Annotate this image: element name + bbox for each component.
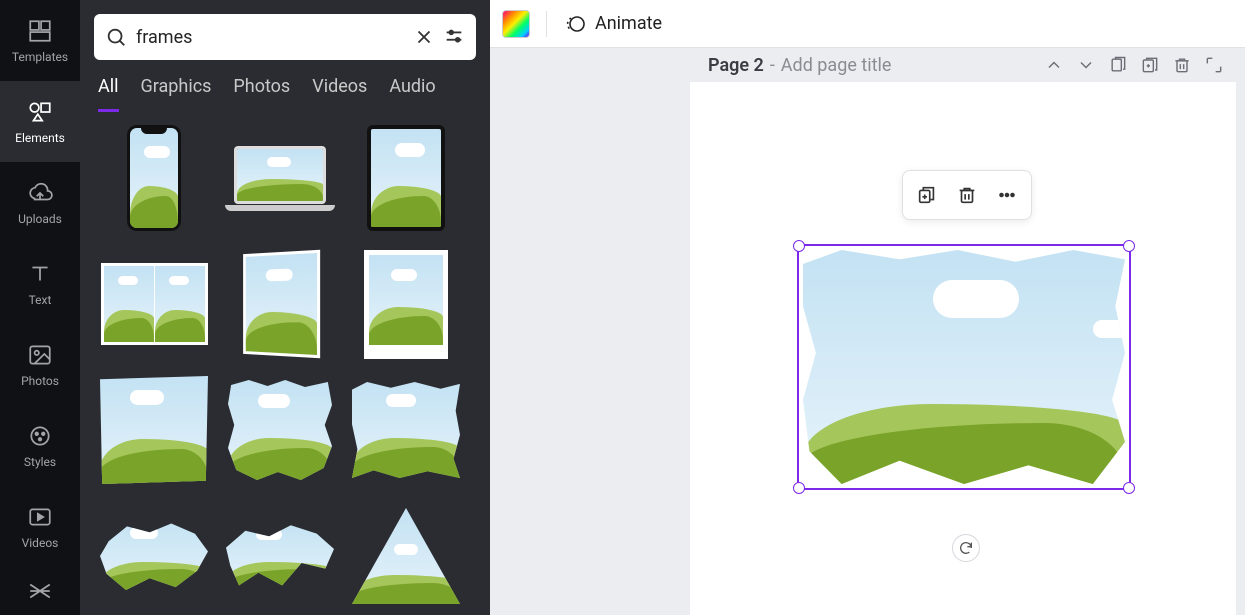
tab-photos[interactable]: Photos: [233, 76, 290, 112]
editor-topbar: Animate: [490, 0, 1245, 48]
left-rail: Templates Elements Uploads Text Photos S…: [0, 0, 80, 615]
selected-brush-frame[interactable]: [803, 250, 1125, 484]
results-grid-wrapper: [80, 112, 490, 615]
frame-result-book-open[interactable]: [98, 248, 210, 360]
page-copy-icon[interactable]: [1105, 52, 1131, 78]
selection-box[interactable]: [797, 244, 1131, 490]
resize-handle-br[interactable]: [1123, 482, 1135, 494]
rail-item-text[interactable]: Text: [0, 243, 80, 324]
tab-all[interactable]: All: [98, 76, 119, 112]
tab-audio[interactable]: Audio: [389, 76, 435, 112]
frame-result-polaroid[interactable]: [350, 248, 462, 360]
delete-button[interactable]: [949, 177, 985, 213]
page-title-placeholder[interactable]: Add page title: [781, 55, 892, 76]
elements-icon: [27, 99, 53, 125]
animate-button[interactable]: Animate: [563, 12, 662, 36]
rail-label: Photos: [21, 374, 59, 388]
resize-handle-tr[interactable]: [1123, 240, 1135, 252]
frame-result-tablet[interactable]: [350, 122, 462, 234]
sync-indicator[interactable]: [952, 534, 980, 562]
page-separator: -: [770, 55, 775, 76]
resize-handle-bl[interactable]: [793, 482, 805, 494]
frame-result-brush-blob-2[interactable]: [224, 500, 336, 612]
rail-item-uploads[interactable]: Uploads: [0, 162, 80, 243]
rail-item-videos[interactable]: Videos: [0, 486, 80, 567]
frame-result-brush-square-1[interactable]: [98, 374, 210, 486]
elements-panel: All Graphics Photos Videos Audio: [80, 0, 490, 615]
frame-result-triangle[interactable]: [350, 500, 462, 612]
rail-label: Templates: [12, 50, 68, 64]
page-bar: Page 2 - Add page title: [690, 48, 1245, 82]
animate-label: Animate: [595, 13, 662, 34]
duplicate-button[interactable]: [909, 177, 945, 213]
rail-label: Uploads: [18, 212, 62, 226]
rail-label: Styles: [24, 455, 56, 469]
search-row: [80, 0, 490, 68]
styles-icon: [27, 423, 53, 449]
search-input[interactable]: [134, 26, 406, 49]
color-picker-swatch[interactable]: [502, 10, 530, 38]
videos-icon: [27, 504, 53, 530]
results-grid: [98, 122, 472, 612]
rail-item-templates[interactable]: Templates: [0, 0, 80, 81]
rail-label: Videos: [22, 536, 59, 550]
tab-graphics[interactable]: Graphics: [141, 76, 212, 112]
sync-icon: [958, 540, 974, 556]
filter-icon[interactable]: [442, 25, 466, 49]
rail-item-styles[interactable]: Styles: [0, 405, 80, 486]
frame-result-phone[interactable]: [98, 122, 210, 234]
frame-result-rough-edge[interactable]: [224, 374, 336, 486]
text-icon: [27, 261, 53, 287]
canvas-area: Animate Page 2 - Add page title: [490, 0, 1245, 615]
frame-result-brush-blob-1[interactable]: [98, 500, 210, 612]
rail-item-photos[interactable]: Photos: [0, 324, 80, 405]
filter-tabs: All Graphics Photos Videos Audio: [80, 68, 490, 112]
canvas-stage[interactable]: [490, 82, 1245, 615]
tab-videos[interactable]: Videos: [312, 76, 367, 112]
search-box: [94, 14, 476, 60]
page-nav-up[interactable]: [1041, 52, 1067, 78]
element-floating-toolbar: [902, 170, 1032, 220]
resize-handle-tl[interactable]: [793, 240, 805, 252]
divider: [546, 11, 547, 37]
search-icon: [104, 25, 128, 49]
page-duplicate-icon[interactable]: [1137, 52, 1163, 78]
frame-result-book-3d[interactable]: [224, 248, 336, 360]
animate-icon: [563, 12, 587, 36]
clear-search-icon[interactable]: [412, 25, 436, 49]
page-number-label: Page 2: [708, 55, 764, 76]
more-options-button[interactable]: [989, 177, 1025, 213]
page-expand-icon[interactable]: [1201, 52, 1227, 78]
page-delete-icon[interactable]: [1169, 52, 1195, 78]
templates-icon: [27, 18, 53, 44]
rail-item-more[interactable]: [0, 568, 80, 615]
rail-label: Text: [29, 293, 52, 307]
more-icon: [27, 578, 53, 604]
rail-item-elements[interactable]: Elements: [0, 81, 80, 162]
rail-label: Elements: [15, 131, 65, 145]
page-nav-down[interactable]: [1073, 52, 1099, 78]
uploads-icon: [27, 180, 53, 206]
frame-result-laptop[interactable]: [224, 122, 336, 234]
photos-icon: [27, 342, 53, 368]
frame-result-brush-square-2[interactable]: [350, 374, 462, 486]
